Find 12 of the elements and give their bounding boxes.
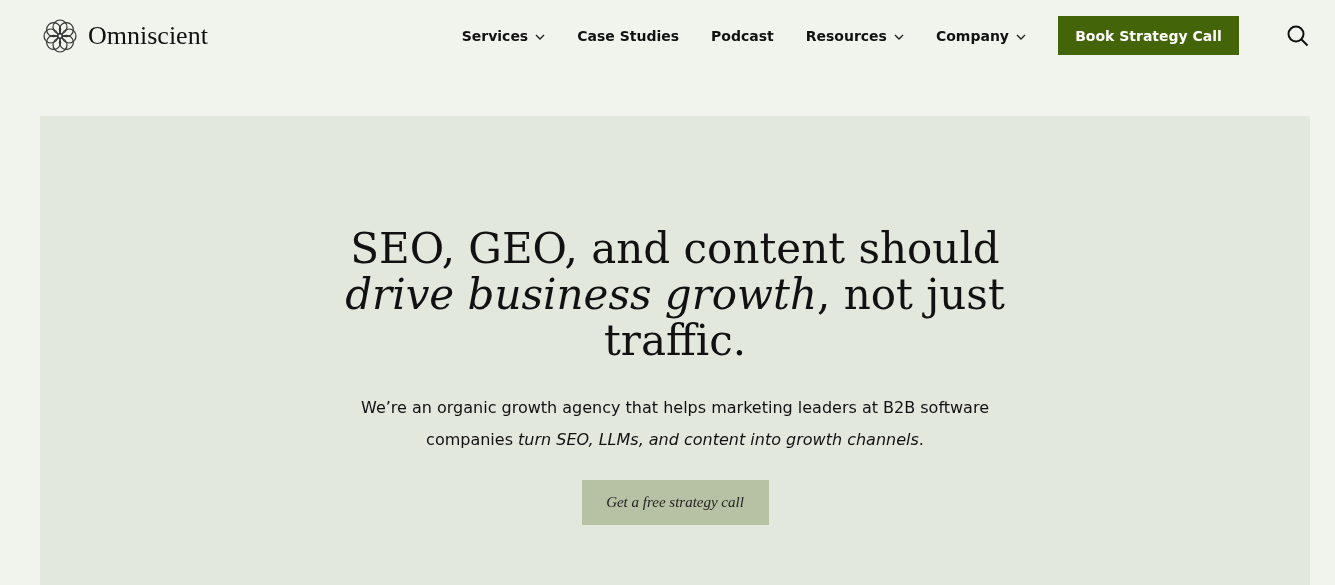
book-call-button[interactable]: Book Strategy Call [1058, 16, 1239, 55]
nav-link[interactable]: Case Studies [577, 27, 680, 44]
logo-icon [42, 17, 78, 54]
nav-link[interactable]: Resources [805, 27, 904, 44]
nav-link[interactable]: Services [461, 27, 546, 44]
logo-wordmark[interactable]: Omniscient [88, 20, 208, 51]
search-icon[interactable] [1287, 24, 1309, 47]
nav-link[interactable]: Podcast [711, 27, 774, 44]
hero-headline: SEO, GEO, and content should drive business growth, not just traffic. [344, 226, 1006, 364]
hero-subtitle: We’re an organic growth agency that helps marketing leaders at B2B software companies turn SEO, LLMs, and content into growth channels. [360, 397, 990, 451]
nav-link[interactable]: Company [935, 27, 1026, 44]
strategy-call-button[interactable]: Get a free strategy call [581, 480, 769, 525]
